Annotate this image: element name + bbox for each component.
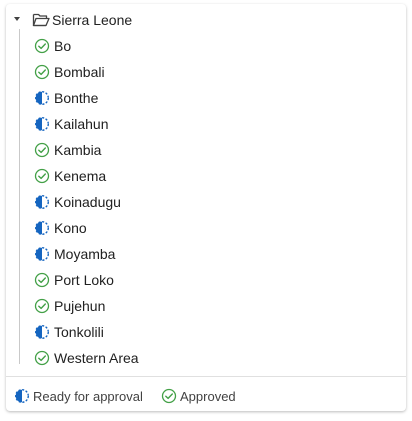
half-circle-icon	[14, 388, 30, 404]
tree-root-row[interactable]: Sierra Leone	[6, 7, 206, 33]
tree-item[interactable]: Bombali	[34, 59, 234, 85]
check-circle-icon	[34, 168, 50, 184]
legend-ready: Ready for approval	[14, 388, 154, 404]
tree-item-label[interactable]: Kailahun	[54, 116, 109, 132]
tree-item-label[interactable]: Kono	[54, 220, 87, 236]
half-circle-icon	[34, 194, 50, 210]
tree-item-label[interactable]: Bombali	[54, 64, 105, 80]
tree-item-label[interactable]: Kambia	[54, 142, 101, 158]
tree-item-label[interactable]: Bonthe	[54, 90, 98, 106]
tree-item-label[interactable]: Pujehun	[54, 298, 105, 314]
tree-item[interactable]: Kambia	[34, 137, 234, 163]
check-circle-icon	[34, 272, 50, 288]
tree-item[interactable]: Bo	[34, 33, 234, 59]
tree-item-label[interactable]: Bo	[54, 38, 71, 54]
org-unit-tree: Sierra Leone Bo Bombali Bonthe Kailahun Kamb…	[6, 4, 406, 376]
half-circle-icon	[34, 90, 50, 106]
caret-down-icon[interactable]	[14, 17, 20, 21]
half-circle-icon	[34, 220, 50, 236]
half-circle-icon	[34, 246, 50, 262]
hierarchy-panel: Sierra Leone Bo Bombali Bonthe Kailahun Kamb…	[6, 4, 406, 411]
check-circle-icon	[34, 298, 50, 314]
tree-item-label[interactable]: Western Area	[54, 350, 139, 366]
status-legend: Ready for approval Approved	[6, 376, 406, 411]
tree-item-label[interactable]: Moyamba	[54, 246, 115, 262]
tree-item[interactable]: Moyamba	[34, 241, 234, 267]
tree-item-label[interactable]: Port Loko	[54, 272, 114, 288]
legend-approved: Approved	[161, 388, 261, 404]
tree-item[interactable]: Western Area	[34, 345, 234, 371]
tree-item[interactable]: Port Loko	[34, 267, 234, 293]
tree-item-label[interactable]: Kenema	[54, 168, 106, 184]
check-circle-icon	[161, 388, 177, 404]
tree-item[interactable]: Kailahun	[34, 111, 234, 137]
tree-item[interactable]: Tonkolili	[34, 319, 234, 345]
tree-item[interactable]: Bonthe	[34, 85, 234, 111]
legend-ready-label: Ready for approval	[33, 389, 143, 404]
folder-open-icon	[32, 13, 50, 27]
tree-guide-line	[19, 29, 20, 364]
check-circle-icon	[34, 38, 50, 54]
tree-item-label[interactable]: Koinadugu	[54, 194, 121, 210]
tree-item[interactable]: Koinadugu	[34, 189, 234, 215]
tree-item-label[interactable]: Tonkolili	[54, 324, 104, 340]
check-circle-icon	[34, 350, 50, 366]
tree-item[interactable]: Kenema	[34, 163, 234, 189]
check-circle-icon	[34, 64, 50, 80]
check-circle-icon	[34, 142, 50, 158]
tree-item[interactable]: Pujehun	[34, 293, 234, 319]
half-circle-icon	[34, 324, 50, 340]
legend-approved-label: Approved	[180, 389, 236, 404]
half-circle-icon	[34, 116, 50, 132]
tree-item[interactable]: Kono	[34, 215, 234, 241]
tree-root-label[interactable]: Sierra Leone	[52, 12, 132, 28]
